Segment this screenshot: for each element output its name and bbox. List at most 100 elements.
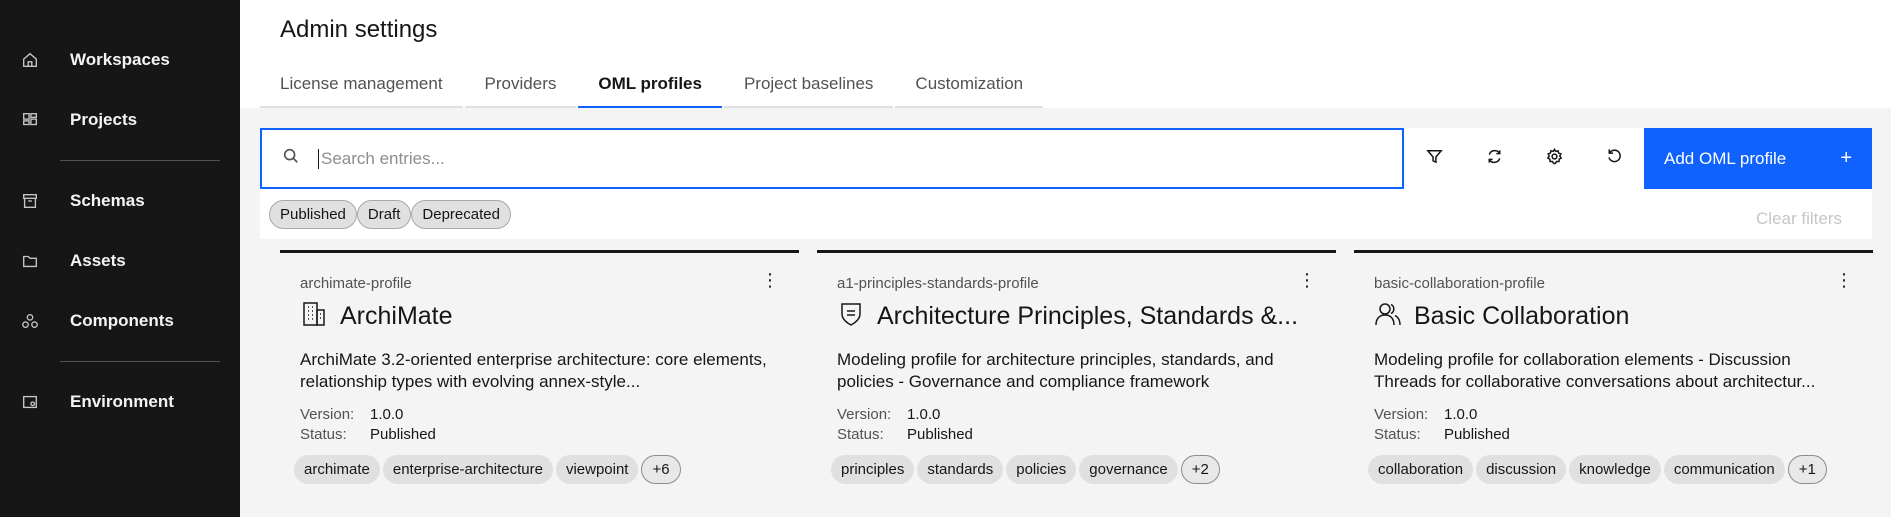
tag: knowledge xyxy=(1569,455,1661,484)
card-title: Architecture Principles, Standards &... xyxy=(877,302,1299,330)
tag: standards xyxy=(917,455,1004,484)
profile-cards: ⋮ archimate-profile ArchiMate ArchiMate … xyxy=(280,250,1873,508)
sidebar-item-label: Workspaces xyxy=(70,50,170,69)
status-label: Status: xyxy=(1374,426,1421,443)
tag: policies xyxy=(1006,455,1077,484)
card-meta: Version: 1.0.0 Status: Published xyxy=(1374,405,1853,445)
card-slug: basic-collaboration-profile xyxy=(1374,275,1545,292)
card-title-row: ArchiMate xyxy=(300,300,779,333)
card-title-row: Architecture Principles, Standards &... xyxy=(837,300,1316,333)
add-oml-profile-label: Add OML profile xyxy=(1664,148,1787,168)
nav-divider xyxy=(60,160,220,161)
filter-chip-published[interactable]: Published xyxy=(269,200,357,229)
sidebar-item-assets[interactable]: Assets xyxy=(0,231,240,291)
settings-tabs: License management Providers OML profile… xyxy=(260,62,1045,108)
card-tags: collaboration discussion knowledge commu… xyxy=(1368,455,1853,484)
card-description: ArchiMate 3.2-oriented enterprise archit… xyxy=(300,350,767,391)
reset-icon xyxy=(1605,147,1624,171)
card-title-row: Basic Collaboration xyxy=(1374,300,1853,333)
card-meta: Version: 1.0.0 Status: Published xyxy=(837,405,1316,445)
tag: communication xyxy=(1663,455,1785,484)
sidebar-item-label: Environment xyxy=(70,392,174,411)
status-label: Status: xyxy=(837,426,884,443)
search-box xyxy=(260,128,1404,189)
building-icon xyxy=(300,300,328,333)
sidebar-item-label: Projects xyxy=(70,110,138,129)
tab-project-baselines[interactable]: Project baselines xyxy=(723,62,894,108)
folder-icon xyxy=(20,251,40,271)
card-slug: archimate-profile xyxy=(300,275,412,292)
settings-button[interactable] xyxy=(1524,128,1584,189)
card-description: Modeling profile for collaboration eleme… xyxy=(1374,350,1816,391)
user-group-icon xyxy=(1374,300,1402,333)
components-icon xyxy=(20,311,40,331)
sidebar: Workspaces Projects Schemas Assets Compo… xyxy=(0,0,240,517)
version-value: 1.0.0 xyxy=(1444,406,1478,423)
card-title: Basic Collaboration xyxy=(1414,302,1630,330)
tag: viewpoint xyxy=(555,455,639,484)
sidebar-item-schemas[interactable]: Schemas xyxy=(0,171,240,231)
status-value: Published xyxy=(1444,426,1510,443)
version-label: Version: xyxy=(837,406,892,423)
overflow-menu-icon[interactable]: ⋮ xyxy=(1835,271,1853,289)
search-icon xyxy=(282,147,300,170)
add-oml-profile-button[interactable]: Add OML profile + xyxy=(1644,128,1872,189)
status-value: Published xyxy=(370,426,436,443)
profile-card[interactable]: ⋮ a1-principles-standards-profile Archit… xyxy=(817,250,1336,508)
environment-icon xyxy=(20,392,40,412)
tag: collaboration xyxy=(1368,455,1474,484)
version-value: 1.0.0 xyxy=(370,406,404,423)
status-filter-chips: Published Draft Deprecated xyxy=(269,200,511,229)
more-tags-badge[interactable]: +6 xyxy=(641,455,681,484)
card-meta: Version: 1.0.0 Status: Published xyxy=(300,405,779,445)
tab-oml-profiles[interactable]: OML profiles xyxy=(578,62,722,108)
refresh-button[interactable] xyxy=(1464,128,1524,189)
status-value: Published xyxy=(907,426,973,443)
profile-card[interactable]: ⋮ archimate-profile ArchiMate ArchiMate … xyxy=(280,250,799,508)
filter-chip-draft[interactable]: Draft xyxy=(356,200,412,229)
filter-chip-deprecated[interactable]: Deprecated xyxy=(411,200,511,229)
home-icon xyxy=(20,50,40,70)
sidebar-item-projects[interactable]: Projects xyxy=(0,90,240,150)
sidebar-item-label: Schemas xyxy=(70,191,145,210)
sidebar-item-workspaces[interactable]: Workspaces xyxy=(0,30,240,90)
shield-icon xyxy=(837,300,865,333)
sidebar-item-label: Components xyxy=(70,311,174,330)
card-title: ArchiMate xyxy=(340,302,453,330)
filter-row: Published Draft Deprecated Clear filters xyxy=(260,189,1872,239)
filter-button[interactable] xyxy=(1404,128,1464,189)
filter-icon xyxy=(1425,147,1444,171)
card-description: Modeling profile for architecture princi… xyxy=(837,350,1274,391)
plus-icon: + xyxy=(1840,147,1852,169)
tag: governance xyxy=(1079,455,1178,484)
projects-icon xyxy=(20,110,40,130)
card-tags: archimate enterprise-architecture viewpo… xyxy=(294,455,779,484)
tab-customization[interactable]: Customization xyxy=(895,62,1044,108)
overflow-menu-icon[interactable]: ⋮ xyxy=(1298,271,1316,289)
clear-filters-button[interactable]: Clear filters xyxy=(1756,209,1842,229)
nav-divider xyxy=(60,361,220,362)
tag: archimate xyxy=(294,455,380,484)
tag: discussion xyxy=(1476,455,1567,484)
sidebar-item-components[interactable]: Components xyxy=(0,291,240,351)
sidebar-item-environment[interactable]: Environment xyxy=(0,372,240,432)
tag: enterprise-architecture xyxy=(382,455,553,484)
version-label: Version: xyxy=(1374,406,1429,423)
status-label: Status: xyxy=(300,426,347,443)
profile-card[interactable]: ⋮ basic-collaboration-profile Basic Coll… xyxy=(1354,250,1873,508)
tab-license-management[interactable]: License management xyxy=(260,62,463,108)
card-tags: principles standards policies governance… xyxy=(831,455,1316,484)
refresh-icon xyxy=(1485,147,1504,171)
gear-icon xyxy=(1545,147,1564,171)
reset-button[interactable] xyxy=(1584,128,1644,189)
page-title: Admin settings xyxy=(280,16,438,43)
overflow-menu-icon[interactable]: ⋮ xyxy=(761,271,779,289)
sidebar-item-label: Assets xyxy=(70,251,126,270)
tag: principles xyxy=(831,455,915,484)
archive-icon xyxy=(20,191,40,211)
search-input[interactable] xyxy=(318,148,1402,169)
more-tags-badge[interactable]: +2 xyxy=(1180,455,1220,484)
toolbar: Add OML profile + xyxy=(260,128,1872,189)
tab-providers[interactable]: Providers xyxy=(464,62,577,108)
more-tags-badge[interactable]: +1 xyxy=(1787,455,1827,484)
